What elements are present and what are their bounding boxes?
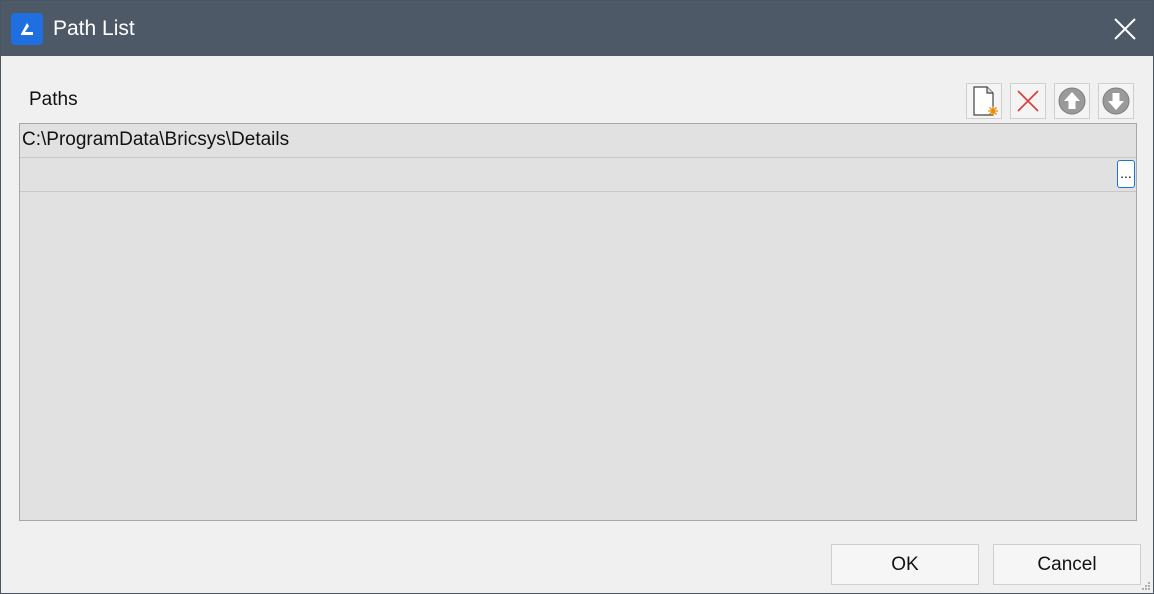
resize-grip-icon[interactable] <box>1141 581 1151 591</box>
new-document-icon <box>973 86 998 116</box>
ok-button[interactable]: OK <box>831 544 979 585</box>
paths-label: Paths <box>29 89 78 110</box>
bricscad-logo-icon <box>11 13 43 45</box>
paths-list[interactable]: C:\ProgramData\Bricsys\Details ... <box>19 123 1137 521</box>
list-item[interactable]: C:\ProgramData\Bricsys\Details <box>20 124 1136 158</box>
arrow-down-circle-icon <box>1102 87 1130 115</box>
delete-path-button[interactable] <box>1010 83 1046 119</box>
move-up-button[interactable] <box>1054 83 1090 119</box>
list-item-editing[interactable]: ... <box>20 158 1136 192</box>
new-path-button[interactable] <box>966 83 1002 119</box>
path-list-dialog: Path List Paths C:\ProgramData\Bricsys\D… <box>0 0 1154 594</box>
close-icon <box>1114 17 1136 40</box>
move-down-button[interactable] <box>1098 83 1134 119</box>
window-title: Path List <box>53 17 135 40</box>
path-text: C:\ProgramData\Bricsys\Details <box>22 129 290 150</box>
arrow-up-circle-icon <box>1058 87 1086 115</box>
delete-x-icon <box>1017 90 1039 112</box>
title-bar[interactable]: Path List <box>1 1 1153 56</box>
close-button[interactable] <box>1097 1 1153 56</box>
cancel-button[interactable]: Cancel <box>993 544 1141 585</box>
browse-button[interactable]: ... <box>1117 160 1135 188</box>
